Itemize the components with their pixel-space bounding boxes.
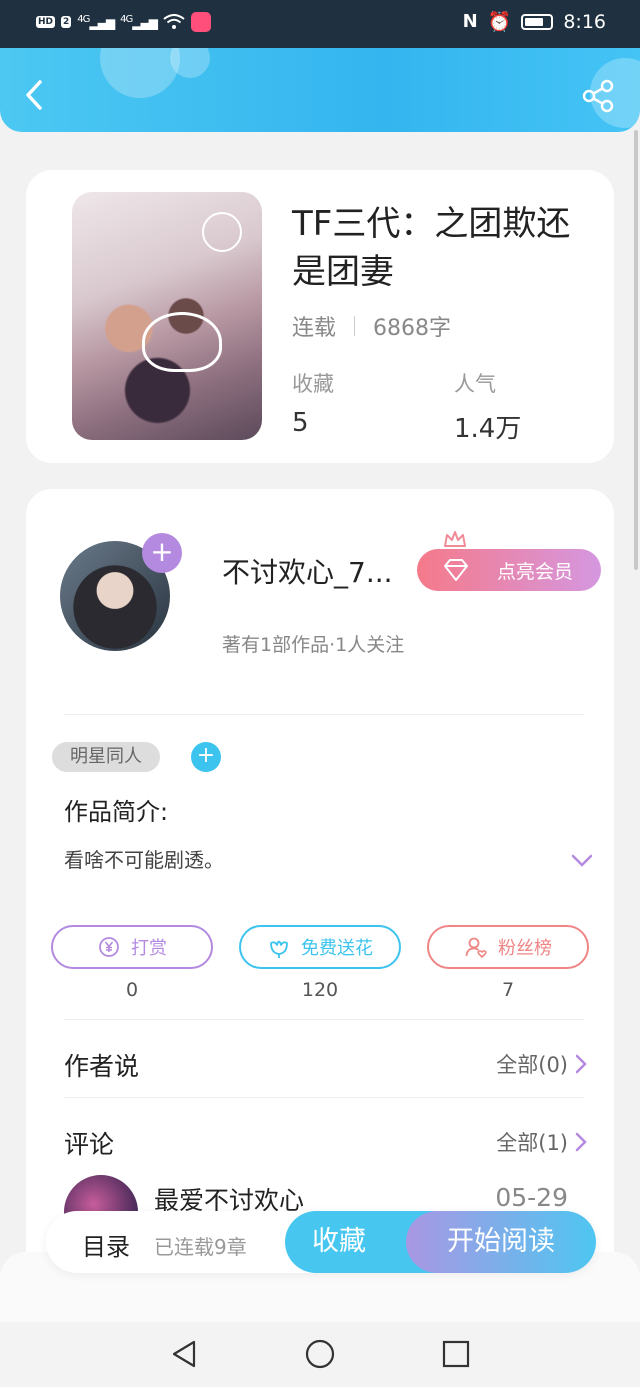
vip-button[interactable]: 点亮会员 bbox=[417, 549, 601, 591]
chevron-down-icon[interactable] bbox=[570, 853, 594, 869]
back-icon[interactable] bbox=[20, 78, 50, 112]
system-nav-bar bbox=[0, 1322, 640, 1387]
reward-count: 0 bbox=[125, 979, 139, 1001]
divider bbox=[64, 1097, 584, 1098]
chevron-right-icon bbox=[575, 1132, 587, 1152]
comment-date: 05-29 bbox=[495, 1183, 568, 1212]
popularity-label: 人气 bbox=[454, 372, 496, 396]
vip-button-label: 点亮会员 bbox=[496, 560, 573, 583]
collect-value: 5 bbox=[292, 408, 309, 438]
signal-icon: 4G▂▄▆ bbox=[77, 14, 115, 30]
share-icon[interactable] bbox=[580, 78, 616, 114]
alarm-icon: ⏰ bbox=[487, 11, 512, 33]
start-reading-button[interactable]: 开始阅读 bbox=[406, 1211, 596, 1273]
status-bar: HD 2 4G▂▄▆ 4G▂▄▆ N ⏰ 8:16 bbox=[0, 0, 640, 48]
divider bbox=[64, 714, 584, 715]
send-flower-count: 120 bbox=[301, 979, 339, 1001]
author-says-all-link[interactable]: 全部(0) bbox=[496, 1049, 588, 1079]
book-info-card: TF三代：之团欺还是团妻 连载 6868字 收藏 5 人气 1.4万 bbox=[26, 170, 614, 463]
wifi-icon bbox=[163, 14, 185, 29]
collect-label: 收藏 bbox=[292, 372, 334, 396]
sim-badge: 2 bbox=[61, 16, 72, 28]
fan-ranking-count: 7 bbox=[501, 979, 515, 1001]
clock: 8:16 bbox=[563, 10, 606, 33]
comments-all-label: 全部(1) bbox=[496, 1131, 568, 1155]
bottom-action-bar: 目录 已连载9章 收藏 开始阅读 bbox=[46, 1211, 596, 1273]
fan-ranking-button[interactable]: 粉丝榜 bbox=[427, 925, 589, 969]
scrollbar[interactable] bbox=[634, 130, 638, 570]
fan-ranking-label: 粉丝榜 bbox=[498, 938, 552, 959]
send-flower-label: 免费送花 bbox=[301, 938, 373, 959]
author-meta: 著有1部作品·1人关注 bbox=[222, 634, 405, 656]
chapter-count[interactable]: 已连载9章 bbox=[154, 1231, 247, 1260]
book-status: 连载 bbox=[292, 316, 337, 341]
book-cover-image[interactable] bbox=[72, 192, 262, 440]
intro-title: 作品简介: bbox=[64, 798, 169, 826]
toc-button[interactable]: 目录 bbox=[82, 1227, 130, 1262]
hd-badge: HD bbox=[36, 16, 56, 28]
divider bbox=[354, 316, 356, 336]
category-tag[interactable]: 明星同人 bbox=[52, 742, 160, 772]
nfc-icon: N bbox=[462, 11, 478, 32]
divider bbox=[64, 1019, 584, 1020]
cover-flower-decoration bbox=[202, 212, 242, 252]
nav-recents-icon[interactable] bbox=[438, 1336, 474, 1372]
intro-text: 看啥不可能剧透。 bbox=[64, 848, 224, 872]
nav-back-icon[interactable] bbox=[166, 1336, 202, 1372]
author-says-all-label: 全部(0) bbox=[496, 1053, 568, 1077]
flower-icon bbox=[270, 940, 288, 958]
book-status-row: 连载 6868字 bbox=[292, 310, 451, 342]
cover-heart-decoration bbox=[142, 312, 222, 372]
reward-label: 打赏 bbox=[131, 938, 167, 959]
reward-button[interactable]: 打赏 bbox=[51, 925, 213, 969]
word-count: 6868字 bbox=[373, 316, 452, 341]
comments-title: 评论 bbox=[64, 1130, 115, 1159]
chevron-right-icon bbox=[575, 1054, 587, 1074]
diamond-icon bbox=[444, 559, 468, 581]
battery-icon bbox=[521, 13, 554, 30]
add-tag-button[interactable]: + bbox=[191, 742, 221, 772]
popularity-value: 1.4万 bbox=[454, 414, 522, 444]
send-flower-button[interactable]: 免费送花 bbox=[239, 925, 401, 969]
status-right: N ⏰ 8:16 bbox=[462, 10, 606, 34]
top-header bbox=[0, 48, 640, 132]
nav-home-icon[interactable] bbox=[302, 1336, 338, 1372]
fan-user-icon bbox=[465, 937, 487, 959]
follow-author-button[interactable]: + bbox=[142, 533, 182, 573]
crown-icon bbox=[444, 531, 466, 547]
comments-all-link[interactable]: 全部(1) bbox=[496, 1127, 588, 1157]
signal-icon-2: 4G▂▄▆ bbox=[120, 14, 158, 30]
app-notification-icon bbox=[190, 12, 211, 32]
author-says-title: 作者说 bbox=[64, 1052, 140, 1081]
status-left: HD 2 4G▂▄▆ 4G▂▄▆ bbox=[36, 12, 211, 32]
header-bubble bbox=[100, 48, 180, 98]
book-title: TF三代：之团欺还是团妻 bbox=[292, 204, 571, 292]
yen-coin-icon bbox=[99, 937, 119, 957]
author-name[interactable]: 不讨欢心_7... bbox=[222, 551, 414, 591]
